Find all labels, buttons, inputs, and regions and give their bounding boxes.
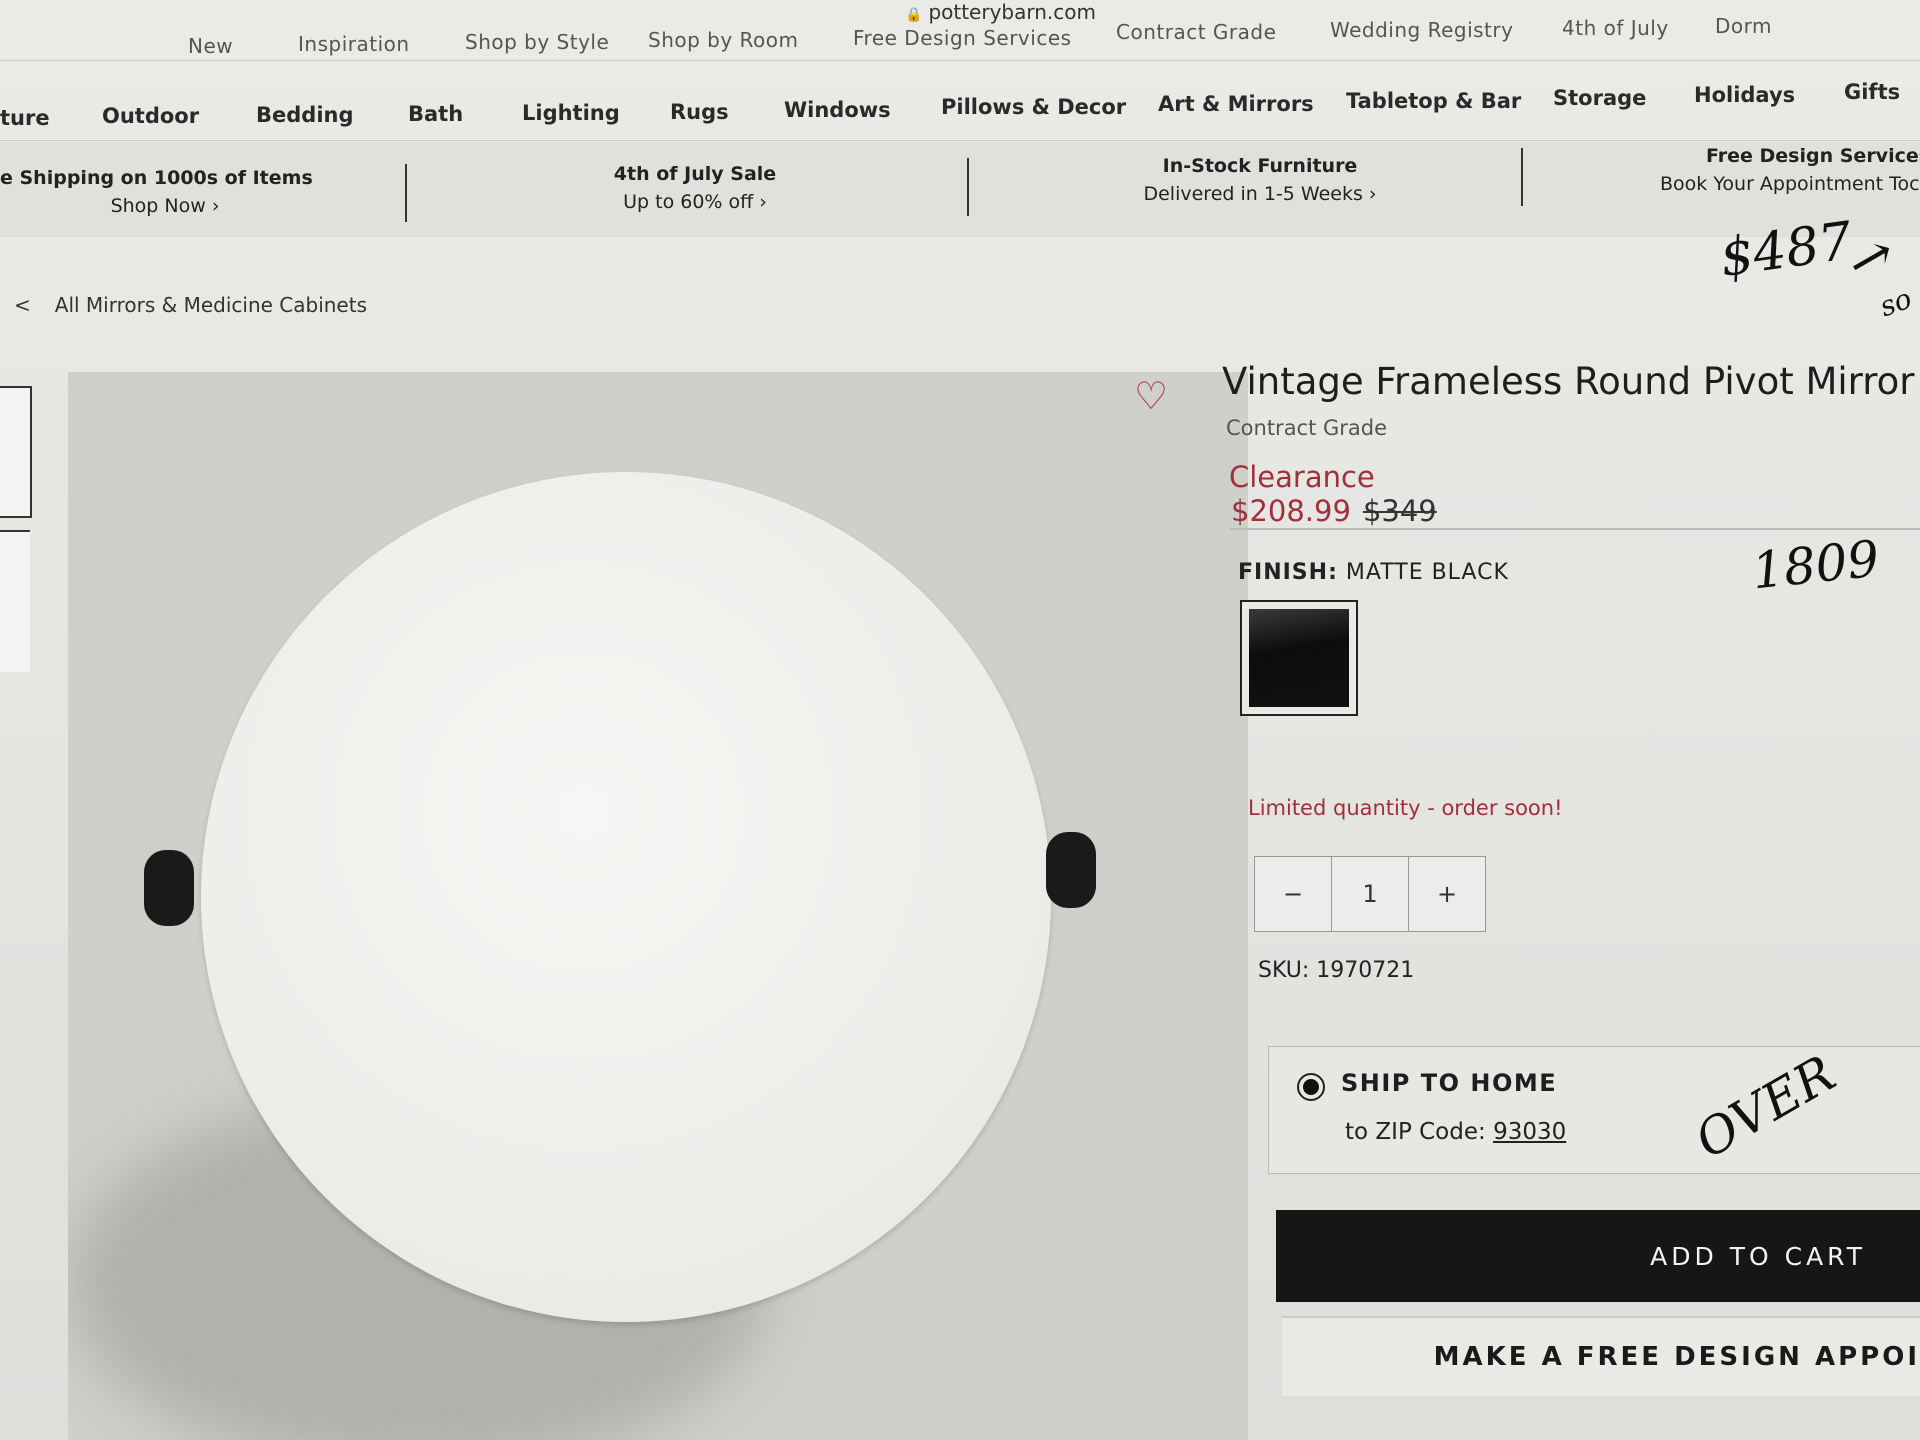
cat-nav-pillows-decor[interactable]: Pillows & Decor (941, 95, 1126, 119)
chevron-left-icon: < (14, 293, 31, 317)
product-subtitle: Contract Grade (1226, 416, 1388, 440)
top-nav-free-design[interactable]: Free Design Services (853, 26, 1072, 50)
top-nav-wedding-registry[interactable]: Wedding Registry (1330, 18, 1513, 42)
cat-nav-lighting[interactable]: Lighting (522, 101, 620, 125)
cat-nav-tabletop-bar[interactable]: Tabletop & Bar (1346, 89, 1521, 113)
printed-page: 🔒 potterybarn.com New Inspiration Shop by… (0, 0, 1920, 1440)
sale-price: $208.99 (1231, 494, 1351, 528)
handwritten-so: so (1875, 281, 1916, 324)
divider (0, 60, 1920, 61)
divider (1230, 528, 1920, 530)
top-nav-inspiration[interactable]: Inspiration (298, 32, 410, 56)
top-nav: New Inspiration Shop by Style Shop by Ro… (0, 14, 1920, 62)
product-image[interactable] (68, 372, 1248, 1440)
ship-label: SHIP TO HOME (1341, 1069, 1558, 1097)
zip-line: to ZIP Code: 93030 (1345, 1119, 1567, 1145)
cat-nav-furniture[interactable]: ture (0, 106, 50, 130)
top-nav-shop-by-style[interactable]: Shop by Style (465, 30, 609, 54)
promo-divider (1521, 148, 1523, 206)
cat-nav-outdoor[interactable]: Outdoor (102, 104, 199, 128)
quantity-minus-button[interactable]: − (1255, 857, 1332, 931)
cat-nav-rugs[interactable]: Rugs (670, 100, 729, 124)
swatch-fill (1249, 609, 1349, 707)
top-nav-contract-grade[interactable]: Contract Grade (1116, 20, 1276, 44)
promo-july-sale[interactable]: 4th of July Sale Up to 60% off › (590, 160, 800, 216)
design-appointment-button[interactable]: MAKE A FREE DESIGN APPOI (1282, 1316, 1920, 1396)
promo-divider (405, 164, 407, 222)
finish-swatch-matte-black[interactable] (1240, 600, 1358, 716)
cat-nav-gifts[interactable]: Gifts (1844, 80, 1900, 104)
cat-nav-bedding[interactable]: Bedding (256, 103, 354, 127)
promo-band: e Shipping on 1000s of Items Shop Now › … (0, 142, 1920, 237)
cat-nav-art-mirrors[interactable]: Art & Mirrors (1158, 92, 1314, 116)
top-nav-dorm[interactable]: Dorm (1715, 14, 1772, 38)
left-bracket (144, 850, 194, 926)
cat-nav-holidays[interactable]: Holidays (1694, 83, 1795, 107)
breadcrumb[interactable]: < All Mirrors & Medicine Cabinets (14, 293, 367, 317)
sku: SKU: 1970721 (1258, 958, 1415, 983)
clearance-badge: Clearance (1229, 460, 1375, 494)
quantity-plus-button[interactable]: + (1409, 857, 1485, 931)
divider (0, 140, 1920, 141)
cat-nav-bath[interactable]: Bath (408, 102, 463, 126)
promo-design-services[interactable]: Free Design Services Book Your Appointme… (1660, 142, 1920, 198)
heart-icon[interactable]: ♡ (1134, 374, 1168, 418)
add-to-cart-button[interactable]: ADD TO CART (1276, 1210, 1920, 1302)
top-nav-shop-by-room[interactable]: Shop by Room (648, 28, 799, 52)
promo-divider (967, 158, 969, 216)
url-bar[interactable]: 🔒 potterybarn.com (905, 0, 1096, 24)
product-title: Vintage Frameless Round Pivot Mirror (1222, 360, 1915, 403)
ship-radio[interactable] (1297, 1073, 1325, 1101)
promo-shipping[interactable]: e Shipping on 1000s of Items Shop Now › (0, 164, 313, 220)
cat-nav-windows[interactable]: Windows (784, 98, 891, 122)
radio-dot (1303, 1079, 1319, 1095)
category-nav: ture Outdoor Bedding Bath Lighting Rugs … (0, 80, 1920, 132)
lock-icon: 🔒 (905, 7, 923, 23)
promo-in-stock[interactable]: In-Stock Furniture Delivered in 1-5 Week… (1130, 152, 1390, 208)
quantity-input[interactable]: 1 (1332, 857, 1409, 931)
stock-note: Limited quantity - order soon! (1248, 796, 1563, 820)
breadcrumb-label: All Mirrors & Medicine Cabinets (54, 293, 367, 317)
top-nav-new[interactable]: New (188, 34, 233, 58)
mirror-photo (201, 472, 1051, 1322)
thumbnail-1[interactable] (0, 386, 32, 518)
cat-nav-storage[interactable]: Storage (1553, 86, 1646, 110)
finish-label: FINISH: MATTE BLACK (1238, 560, 1509, 585)
quantity-stepper: − 1 + (1254, 856, 1486, 932)
original-price: $349 (1362, 494, 1437, 528)
handwritten-number: 1809 (1749, 529, 1882, 601)
thumbnail-2[interactable] (0, 530, 30, 672)
zip-link[interactable]: 93030 (1493, 1119, 1566, 1145)
price: $208.99 $349 (1231, 494, 1437, 528)
top-nav-4th-of-july[interactable]: 4th of July (1562, 16, 1669, 40)
right-bracket (1046, 832, 1096, 908)
